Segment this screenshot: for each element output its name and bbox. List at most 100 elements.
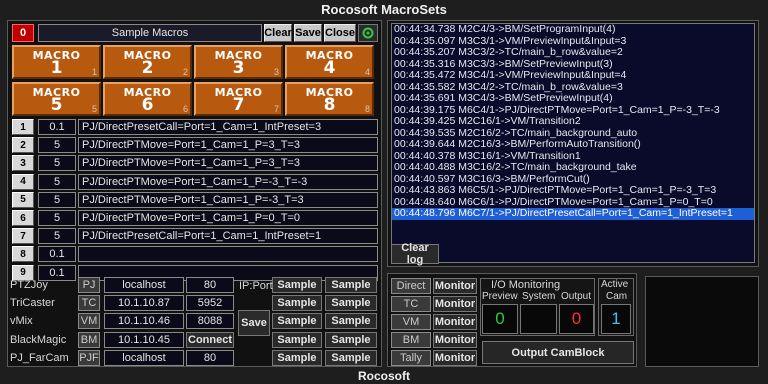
macro-button-6[interactable]: MACRO 6 6	[103, 82, 192, 116]
step-number-3[interactable]: 3	[12, 155, 34, 172]
device-host-field[interactable]: 10.1.10.87	[104, 295, 184, 312]
macro-button-index: 4	[364, 67, 370, 77]
preview-indicator: 0	[482, 304, 518, 334]
step-number-6[interactable]: 6	[12, 210, 34, 226]
output-indicator: 0	[559, 304, 594, 334]
active-label: Active	[601, 279, 629, 290]
device-port-field[interactable]: 80	[186, 277, 234, 293]
step-delay-field[interactable]: 5	[38, 137, 76, 154]
log-entry[interactable]: 00:44:43.863 M6C5/1->PJ/DirectPTMove=Por…	[392, 184, 754, 197]
step-delay-field[interactable]: 0.1	[38, 119, 76, 135]
macro-button-1[interactable]: MACRO 1 1	[12, 45, 101, 79]
system-label: System	[522, 291, 556, 302]
io-monitoring-title: I/O Monitoring	[491, 279, 561, 291]
device-save-button[interactable]: Save	[238, 310, 270, 336]
sample-button[interactable]: Sample	[272, 277, 322, 293]
step-number-2[interactable]: 2	[12, 137, 34, 154]
clear-button[interactable]: Clear	[264, 24, 292, 42]
macro-set-name[interactable]: Sample Macros	[38, 24, 262, 42]
sample-button[interactable]: Sample	[325, 295, 377, 312]
step-delay-field[interactable]: 5	[38, 173, 76, 190]
device-name-label: TriCaster	[10, 297, 55, 310]
monitor-button[interactable]: Monitor	[433, 314, 477, 330]
device-code-field: TC	[78, 295, 100, 312]
macro-button-number: 6	[141, 95, 154, 115]
step-delay-field[interactable]: 5	[38, 191, 76, 208]
step-delay-field[interactable]: 5	[38, 155, 76, 172]
step-command-field[interactable]: PJ/DirectPTMove=Port=1_Cam=1_P=3_T=3	[78, 137, 378, 154]
log-entry[interactable]: 00:44:35.207 M3C3/2->TC/main_b_row&value…	[392, 46, 754, 59]
ipport-label: IP:Port	[239, 280, 273, 292]
save-button[interactable]: Save	[294, 24, 322, 42]
refresh-icon[interactable]	[358, 24, 378, 42]
sample-button[interactable]: Sample	[272, 349, 322, 366]
device-port-field[interactable]: 5952	[186, 295, 234, 312]
sample-button[interactable]: Sample	[272, 295, 322, 312]
step-number-1[interactable]: 1	[12, 119, 34, 135]
step-number-7[interactable]: 7	[12, 228, 34, 245]
app-title: Rocosoft MacroSets	[321, 2, 447, 17]
step-number-8[interactable]: 8	[12, 246, 34, 263]
step-command-field[interactable]: PJ/DirectPTMove=Port=1_Cam=1_P=-3_T=-3	[78, 173, 378, 190]
device-host-field[interactable]: localhost	[104, 349, 184, 366]
output-camblock-button[interactable]: Output CamBlock	[482, 341, 634, 364]
device-host-field[interactable]: 10.1.10.46	[104, 313, 184, 330]
sample-button[interactable]: Sample	[325, 331, 377, 348]
step-command-field[interactable]: PJ/DirectPTMove=Port=1_Cam=1_P=3_T=3	[78, 155, 378, 172]
macro-button-index: 1	[91, 67, 97, 77]
device-host-field[interactable]: localhost	[104, 277, 184, 293]
sample-button[interactable]: Sample	[272, 313, 322, 330]
footer-label: Rocosoft	[358, 369, 410, 383]
log-entry[interactable]: 00:44:39.425 M2C16/1->VM/Transition2	[392, 115, 754, 128]
macro-button-number: 8	[323, 95, 336, 115]
step-command-field[interactable]: PJ/DirectPresetCall=Port=1_Cam=1_IntPres…	[78, 119, 378, 135]
monitor-button[interactable]: Monitor	[433, 332, 477, 348]
macro-button-2[interactable]: MACRO 2 2	[103, 45, 192, 79]
device-name-label: BlackMagic	[10, 333, 67, 346]
step-command-field[interactable]: PJ/DirectPTMove=Port=1_Cam=1_P=0_T=0	[78, 210, 378, 226]
step-command-field[interactable]	[78, 246, 378, 263]
monitor-button[interactable]: Monitor	[433, 278, 477, 294]
macro-button-number: 7	[232, 95, 245, 115]
log-entry[interactable]: 00:44:34.738 M2C4/3->BM/SetProgramInput(…	[392, 24, 754, 36]
step-delay-field[interactable]: 5	[38, 210, 76, 226]
macro-button-4[interactable]: MACRO 4 4	[285, 45, 374, 79]
sample-button[interactable]: Sample	[325, 349, 377, 366]
system-indicator	[520, 304, 557, 334]
step-number-4[interactable]: 4	[12, 173, 34, 190]
step-delay-field[interactable]: 5	[38, 228, 76, 245]
log-entry[interactable]: 00:44:35.472 M3C4/1->VM/PreviewInput&Inp…	[392, 69, 754, 82]
output-label: Output	[561, 291, 592, 302]
monitor-device-label: VM	[391, 314, 431, 330]
device-name-label: vMix	[10, 315, 33, 328]
macro-button-number: 3	[232, 58, 245, 78]
macro-button-number: 1	[50, 58, 63, 78]
step-number-5[interactable]: 5	[12, 191, 34, 208]
step-delay-field[interactable]: 0.1	[38, 246, 76, 263]
macro-button-7[interactable]: MACRO 7 7	[194, 82, 283, 116]
log-entry[interactable]: 00:44:48.796 M6C7/1->PJ/DirectPresetCall…	[392, 207, 754, 220]
step-command-field[interactable]: PJ/DirectPresetCall=Port=1_Cam=1_IntPres…	[78, 228, 378, 245]
sample-button[interactable]: Sample	[325, 277, 377, 293]
device-port-field[interactable]: 8088	[186, 313, 234, 330]
log-entry[interactable]: 00:44:39.644 M2C16/3->BM/PerformAutoTran…	[392, 138, 754, 151]
log-list[interactable]: 00:44:34.738 M2C4/3->BM/SetProgramInput(…	[391, 23, 755, 263]
sample-button[interactable]: Sample	[272, 331, 322, 348]
log-entry[interactable]: 00:44:35.691 M3C4/3->BM/SetPreviewInput(…	[392, 92, 754, 105]
clear-log-button[interactable]: Clear log	[391, 242, 439, 266]
device-host-field[interactable]: 10.1.10.45	[104, 331, 184, 348]
monitor-device-label: TC	[391, 296, 431, 312]
sample-button[interactable]: Sample	[325, 313, 377, 330]
connect-button[interactable]: Connect	[186, 331, 234, 348]
monitor-button[interactable]: Monitor	[433, 350, 477, 366]
device-code-field: BM	[78, 331, 100, 348]
device-port-field[interactable]: 80	[186, 349, 234, 366]
active-cam-indicator: 1	[601, 304, 631, 334]
step-command-field[interactable]: PJ/DirectPTMove=Port=1_Cam=1_P=-3_T=3	[78, 191, 378, 208]
close-button[interactable]: Close	[324, 24, 356, 42]
monitor-button[interactable]: Monitor	[433, 296, 477, 312]
macro-button-3[interactable]: MACRO 3 3	[194, 45, 283, 79]
log-entry[interactable]: 00:44:40.488 M3C16/2->TC/main_background…	[392, 161, 754, 174]
macro-button-5[interactable]: MACRO 5 5	[12, 82, 101, 116]
macro-button-8[interactable]: MACRO 8 8	[285, 82, 374, 116]
